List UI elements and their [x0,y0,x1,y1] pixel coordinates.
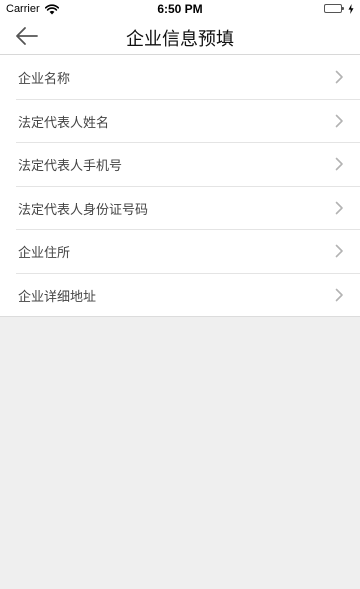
row-company-detailed-address[interactable]: 企业详细地址 [0,272,360,317]
row-legal-rep-name[interactable]: 法定代表人姓名 [0,98,360,143]
row-company-name[interactable]: 企业名称 [0,55,360,99]
row-legal-rep-phone[interactable]: 法定代表人手机号 [0,142,360,186]
row-label: 企业详细地址 [18,289,97,305]
row-label: 法定代表人身份证号码 [18,202,149,218]
row-legal-rep-id-number[interactable]: 法定代表人身份证号码 [0,185,360,230]
row-company-residence[interactable]: 企业住所 [0,229,360,273]
chevron-right-icon [335,244,343,258]
row-label: 法定代表人姓名 [18,115,110,131]
enterprise-info-list: 企业名称 法定代表人姓名 法定代表人手机号 法定代表人身份证号码 企业住所 企业… [0,55,360,317]
back-arrow-icon[interactable] [14,24,40,48]
navigation-bar: 企业信息预填 [0,18,360,55]
chevron-right-icon [335,201,343,214]
chevron-right-icon [335,288,343,301]
row-label: 企业住所 [18,246,71,261]
status-right [324,4,354,14]
charging-icon [348,4,354,14]
chevron-right-icon [335,157,343,171]
chevron-right-icon [335,70,343,84]
status-time: 6:50 PM [157,2,203,16]
chevron-right-icon [335,114,343,127]
status-bar: Carrier 6:50 PM [0,0,360,18]
page-title: 企业信息预填 [126,29,234,50]
row-label: 法定代表人手机号 [18,159,123,174]
battery-icon [324,4,346,14]
row-label: 企业名称 [18,72,71,87]
